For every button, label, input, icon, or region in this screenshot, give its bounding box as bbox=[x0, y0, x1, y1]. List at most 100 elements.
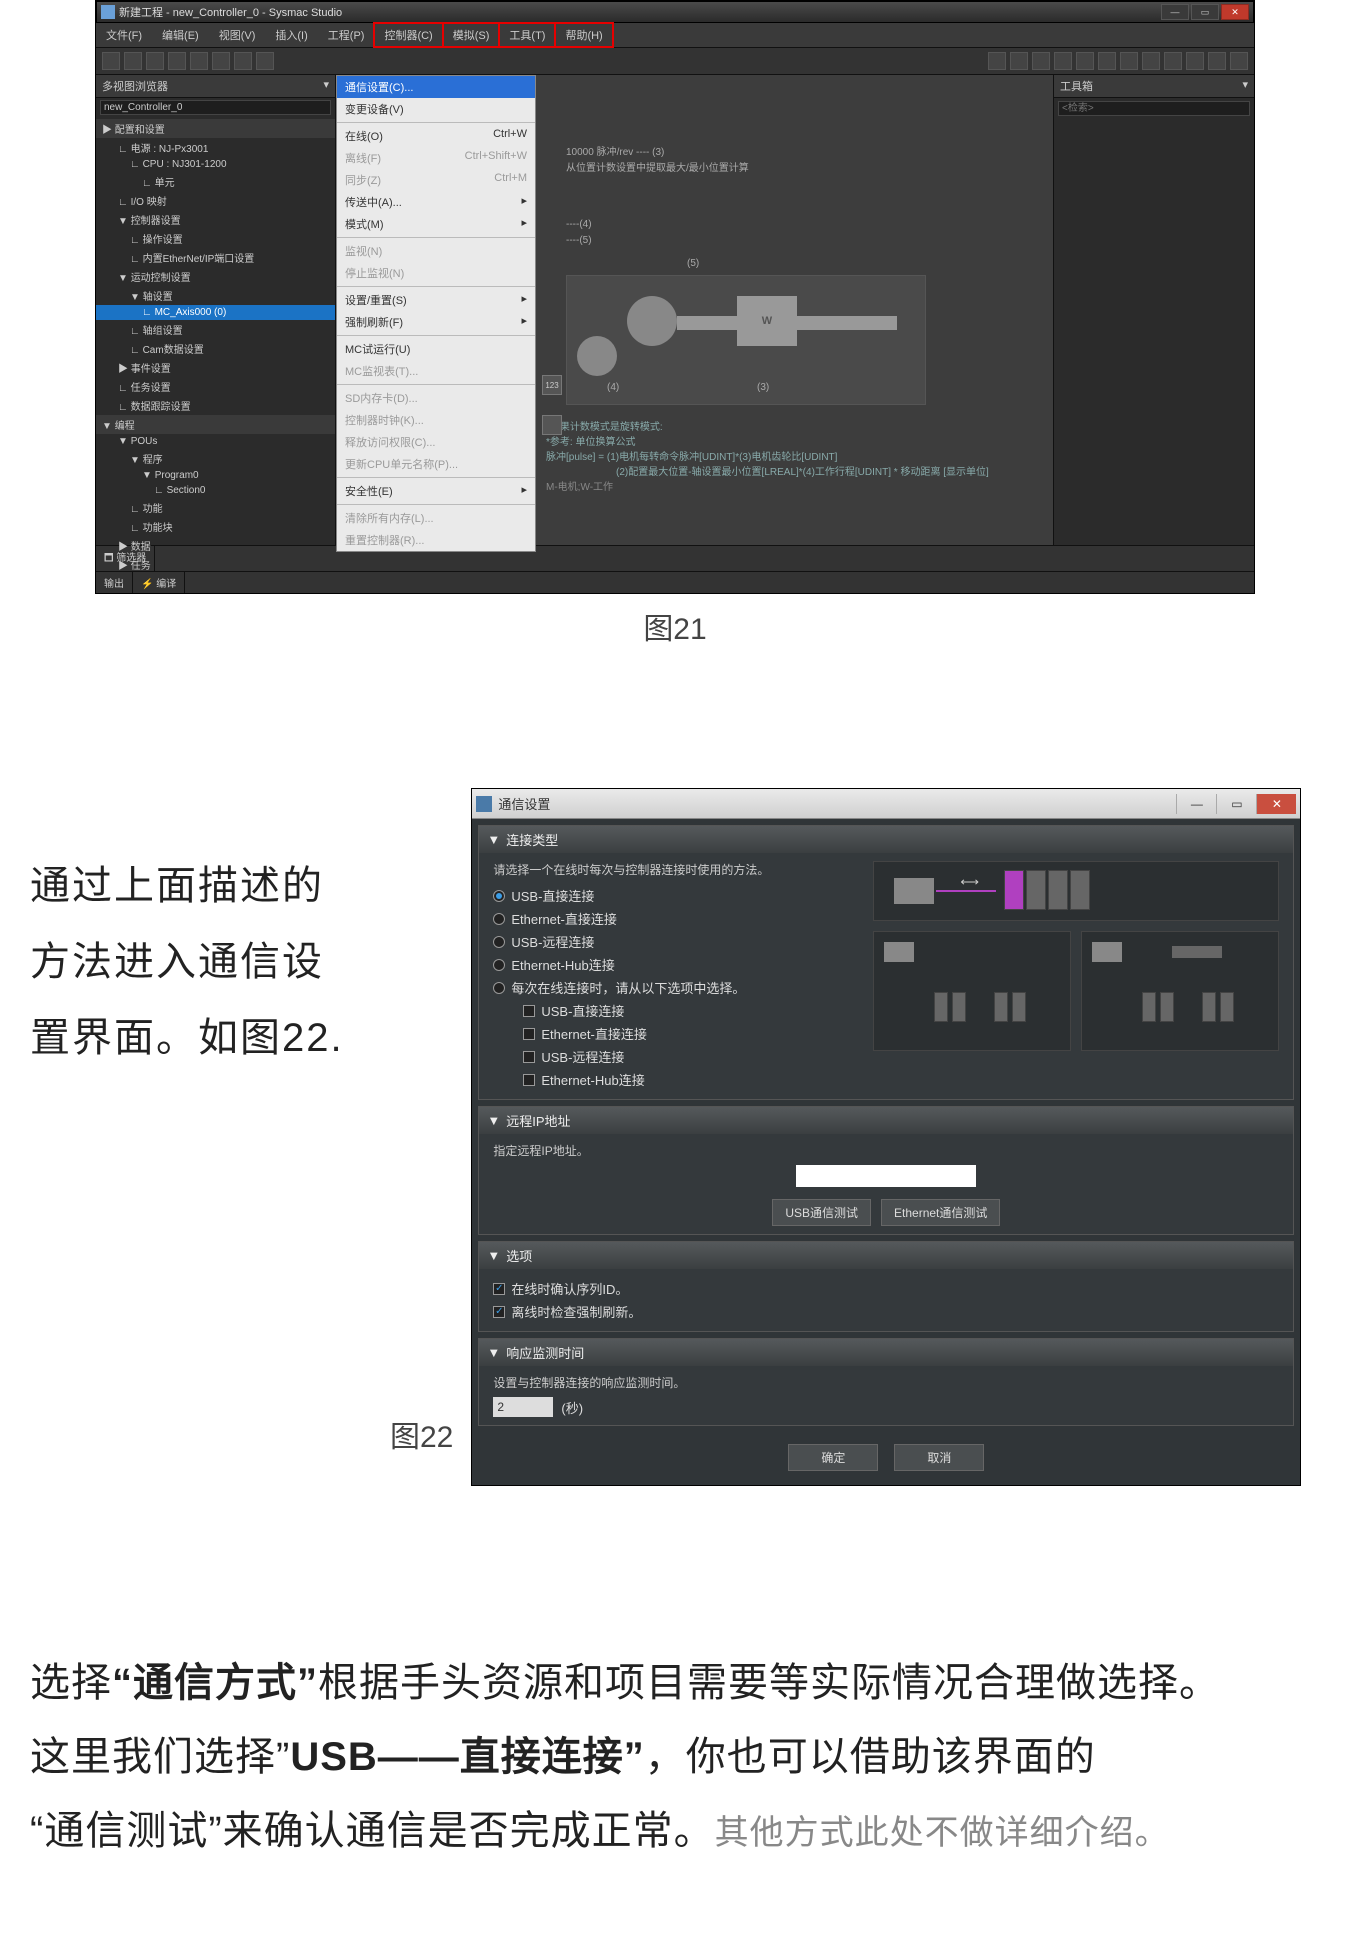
tree-cam[interactable]: ∟ Cam数据设置 bbox=[96, 339, 335, 358]
menu-change-device[interactable]: 变更设备(V) bbox=[337, 98, 535, 120]
radio-each-time[interactable]: 每次在线连接时，请从以下选项中选择。 bbox=[493, 976, 853, 999]
menu-online[interactable]: 在线(O)Ctrl+W bbox=[337, 125, 535, 147]
toolbar-btn[interactable] bbox=[988, 52, 1006, 70]
tree-opset[interactable]: ∟ 操作设置 bbox=[96, 229, 335, 248]
menu-project[interactable]: 工程(P) bbox=[318, 23, 375, 47]
tree-motion[interactable]: ▼ 运动控制设置 bbox=[96, 267, 335, 286]
menu-set-reset[interactable]: 设置/重置(S)▸ bbox=[337, 289, 535, 311]
menu-comm-settings[interactable]: 通信设置(C)... bbox=[337, 76, 535, 98]
controller-selector[interactable] bbox=[100, 100, 331, 115]
maximize-button[interactable]: ▭ bbox=[1216, 794, 1256, 814]
menu-simulation[interactable]: 模拟(S) bbox=[443, 23, 500, 47]
toolbar-btn[interactable] bbox=[102, 52, 120, 70]
tree-axis000[interactable]: ∟ MC_Axis000 (0) bbox=[96, 305, 335, 320]
tree-unit[interactable]: ∟ 单元 bbox=[96, 172, 335, 191]
toolbar-btn[interactable] bbox=[1010, 52, 1028, 70]
panel-collapse-icon[interactable]: ▾ bbox=[1242, 78, 1248, 94]
dialog-titlebar: 通信设置 — ▭ ✕ bbox=[472, 789, 1300, 819]
resp-info: 设置与控制器连接的响应监测时间。 bbox=[493, 1374, 1279, 1391]
ok-button[interactable]: 确定 bbox=[788, 1444, 878, 1471]
tree-trace[interactable]: ∟ 数据跟踪设置 bbox=[96, 396, 335, 415]
menu-ctrl-clock: 控制器时钟(K)... bbox=[337, 409, 535, 431]
tree-config[interactable]: ▶ 配置和设置 bbox=[96, 119, 335, 138]
check-confirm-serial[interactable]: 在线时确认序列ID。 bbox=[493, 1277, 1279, 1300]
toolbox-panel: 工具箱▾ bbox=[1054, 75, 1254, 545]
check-usb-direct[interactable]: USB-直接连接 bbox=[523, 999, 853, 1022]
toolbar-btn[interactable] bbox=[212, 52, 230, 70]
multiview-explorer: 多视图浏览器▾ ▶ 配置和设置 ∟ 电源 : NJ-Px3001 ∟ CPU :… bbox=[96, 75, 336, 545]
tree-task[interactable]: ∟ 任务设置 bbox=[96, 377, 335, 396]
toolbar-btn[interactable] bbox=[1076, 52, 1094, 70]
check-eth-hub[interactable]: Ethernet-Hub连接 bbox=[523, 1068, 853, 1091]
menu-transfer[interactable]: 传送中(A)...▸ bbox=[337, 191, 535, 213]
menu-help[interactable]: 帮助(H) bbox=[555, 23, 612, 47]
tree-data[interactable]: ▶ 数据 bbox=[96, 536, 335, 555]
tree-pous[interactable]: ▼ POUs bbox=[96, 434, 335, 449]
tree-program0[interactable]: ▼ Program0 bbox=[96, 468, 335, 483]
toolbar-btn[interactable] bbox=[1186, 52, 1204, 70]
tree-funcblk[interactable]: ∟ 功能块 bbox=[96, 517, 335, 536]
menu-file[interactable]: 文件(F) bbox=[96, 23, 152, 47]
tree-tasks[interactable]: ▶ 任务 bbox=[96, 555, 335, 574]
menu-mode[interactable]: 模式(M)▸ bbox=[337, 213, 535, 235]
toolbar-btn[interactable] bbox=[234, 52, 252, 70]
menu-safety[interactable]: 安全性(E)▸ bbox=[337, 480, 535, 502]
toolbar-btn[interactable] bbox=[1230, 52, 1248, 70]
figure-21-caption: 图21 bbox=[0, 604, 1350, 648]
radio-usb-direct[interactable]: USB-直接连接 bbox=[493, 884, 853, 907]
tree-eip[interactable]: ∟ 内置EtherNet/IP端口设置 bbox=[96, 248, 335, 267]
close-button[interactable]: ✕ bbox=[1221, 4, 1249, 20]
check-eth-direct[interactable]: Ethernet-直接连接 bbox=[523, 1022, 853, 1045]
toolbar-btn[interactable] bbox=[256, 52, 274, 70]
minimize-button[interactable]: — bbox=[1161, 4, 1189, 20]
toolbar-btn[interactable] bbox=[1032, 52, 1050, 70]
menu-mc-testrun[interactable]: MC试运行(U) bbox=[337, 338, 535, 360]
usb-test-button[interactable]: USB通信测试 bbox=[772, 1199, 871, 1226]
menu-tools[interactable]: 工具(T) bbox=[499, 23, 555, 47]
toolbar-btn[interactable] bbox=[1142, 52, 1160, 70]
close-button[interactable]: ✕ bbox=[1256, 794, 1296, 814]
toolbar-btn[interactable] bbox=[190, 52, 208, 70]
toolbar-btn[interactable] bbox=[1208, 52, 1226, 70]
tree-event[interactable]: ▶ 事件设置 bbox=[96, 358, 335, 377]
menu-sdcard: SD内存卡(D)... bbox=[337, 387, 535, 409]
toolbar-btn[interactable] bbox=[1120, 52, 1138, 70]
ip-input[interactable] bbox=[796, 1165, 976, 1187]
maximize-button[interactable]: ▭ bbox=[1191, 4, 1219, 20]
toolbar-btn[interactable] bbox=[1164, 52, 1182, 70]
panel-close-icon[interactable]: ▾ bbox=[323, 78, 329, 94]
tree-ctrlset[interactable]: ▼ 控制器设置 bbox=[96, 210, 335, 229]
menu-view[interactable]: 视图(V) bbox=[209, 23, 266, 47]
tree-power[interactable]: ∟ 电源 : NJ-Px3001 bbox=[96, 138, 335, 157]
tree-func[interactable]: ∟ 功能 bbox=[96, 498, 335, 517]
tree-section0[interactable]: ∟ Section0 bbox=[96, 483, 335, 498]
check-force-refresh-offline[interactable]: 离线时检查强制刷新。 bbox=[493, 1300, 1279, 1323]
toolbar-btn[interactable] bbox=[1098, 52, 1116, 70]
cancel-button[interactable]: 取消 bbox=[894, 1444, 984, 1471]
tree-programming[interactable]: ▼ 编程 bbox=[96, 415, 335, 434]
menu-force-refresh[interactable]: 强制刷新(F)▸ bbox=[337, 311, 535, 333]
toolbar-btn[interactable] bbox=[124, 52, 142, 70]
response-time-input[interactable]: 2 bbox=[493, 1397, 553, 1417]
radio-eth-hub[interactable]: Ethernet-Hub连接 bbox=[493, 953, 853, 976]
toolbar-btn[interactable] bbox=[168, 52, 186, 70]
tree-io[interactable]: ∟ I/O 映射 bbox=[96, 191, 335, 210]
menu-controller[interactable]: 控制器(C) bbox=[374, 23, 442, 47]
radio-eth-direct[interactable]: Ethernet-直接连接 bbox=[493, 907, 853, 930]
menu-stop-monitor: 停止监视(N) bbox=[337, 262, 535, 284]
tree-axisset[interactable]: ▼ 轴设置 bbox=[96, 286, 335, 305]
toolbar-btn[interactable] bbox=[1054, 52, 1072, 70]
toolbox-search[interactable] bbox=[1058, 101, 1250, 116]
check-usb-remote[interactable]: USB-远程连接 bbox=[523, 1045, 853, 1068]
tree-axisgrp[interactable]: ∟ 轴组设置 bbox=[96, 320, 335, 339]
ethernet-test-button[interactable]: Ethernet通信测试 bbox=[881, 1199, 1000, 1226]
tree-programs[interactable]: ▼ 程序 bbox=[96, 449, 335, 468]
radio-usb-remote[interactable]: USB-远程连接 bbox=[493, 930, 853, 953]
menu-insert[interactable]: 插入(I) bbox=[265, 23, 317, 47]
nav-icon[interactable] bbox=[542, 415, 562, 435]
toolbar-btn[interactable] bbox=[146, 52, 164, 70]
minimize-button[interactable]: — bbox=[1176, 794, 1216, 814]
nav-icon-123[interactable]: 123 bbox=[542, 375, 562, 395]
menu-edit[interactable]: 编辑(E) bbox=[152, 23, 209, 47]
tree-cpu[interactable]: ∟ CPU : NJ301-1200 bbox=[96, 157, 335, 172]
